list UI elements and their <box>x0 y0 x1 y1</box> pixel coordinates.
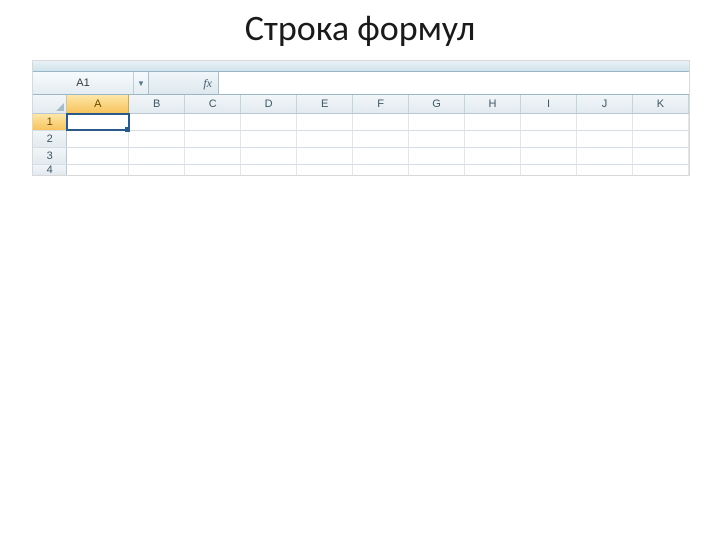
cell[interactable] <box>241 148 297 164</box>
grid-row: 4 <box>33 165 689 175</box>
grid-row: 1 <box>33 114 689 131</box>
slide-title: Строка формул <box>0 6 720 50</box>
fx-icon[interactable]: fx <box>203 76 212 91</box>
cell[interactable] <box>465 148 521 164</box>
row-header-3[interactable]: 3 <box>33 148 67 164</box>
cell[interactable] <box>297 131 353 147</box>
cell[interactable] <box>185 114 241 130</box>
column-header-D[interactable]: D <box>241 95 297 113</box>
cell[interactable] <box>409 165 465 175</box>
column-header-B[interactable]: B <box>129 95 185 113</box>
cell[interactable] <box>465 114 521 130</box>
cell[interactable] <box>577 165 633 175</box>
select-all-button[interactable] <box>33 95 67 113</box>
cell[interactable] <box>409 131 465 147</box>
excel-screenshot: A1 ▼ fx A B C D E F G H I J K 1 <box>32 60 690 176</box>
name-box-value: A1 <box>33 77 133 89</box>
cell[interactable] <box>67 131 129 147</box>
cell[interactable] <box>185 165 241 175</box>
row-header-2[interactable]: 2 <box>33 131 67 147</box>
cell[interactable] <box>521 165 577 175</box>
formula-input[interactable] <box>219 72 689 94</box>
row-header-4[interactable]: 4 <box>33 165 67 175</box>
cell[interactable] <box>129 114 185 130</box>
cell[interactable] <box>241 165 297 175</box>
cell[interactable] <box>521 131 577 147</box>
cell[interactable] <box>185 131 241 147</box>
cell[interactable] <box>633 114 689 130</box>
cell[interactable] <box>353 148 409 164</box>
cell[interactable] <box>409 148 465 164</box>
formula-bar: A1 ▼ fx <box>33 72 689 95</box>
cell[interactable] <box>129 148 185 164</box>
cell[interactable] <box>241 131 297 147</box>
grid-row: 3 <box>33 148 689 165</box>
column-header-G[interactable]: G <box>409 95 465 113</box>
cell[interactable] <box>521 148 577 164</box>
cell[interactable] <box>521 114 577 130</box>
column-header-row: A B C D E F G H I J K <box>33 95 689 114</box>
cell[interactable] <box>67 165 129 175</box>
column-header-H[interactable]: H <box>465 95 521 113</box>
cell-A1[interactable] <box>67 114 129 130</box>
cell[interactable] <box>297 165 353 175</box>
row-header-1[interactable]: 1 <box>33 114 67 130</box>
fx-button-group: fx <box>149 72 219 94</box>
cell[interactable] <box>409 114 465 130</box>
column-header-E[interactable]: E <box>297 95 353 113</box>
cell[interactable] <box>633 148 689 164</box>
cell[interactable] <box>129 165 185 175</box>
column-header-J[interactable]: J <box>577 95 633 113</box>
cell[interactable] <box>633 165 689 175</box>
cell[interactable] <box>353 114 409 130</box>
cell[interactable] <box>577 131 633 147</box>
cell[interactable] <box>241 114 297 130</box>
cell[interactable] <box>633 131 689 147</box>
ribbon-strip <box>33 61 689 72</box>
cell[interactable] <box>465 165 521 175</box>
name-box-dropdown-icon[interactable]: ▼ <box>133 72 148 94</box>
cell[interactable] <box>465 131 521 147</box>
cell[interactable] <box>577 148 633 164</box>
column-header-K[interactable]: K <box>633 95 689 113</box>
cell[interactable] <box>353 165 409 175</box>
cell[interactable] <box>577 114 633 130</box>
grid-rows: 1 2 3 <box>33 114 689 175</box>
grid-row: 2 <box>33 131 689 148</box>
name-box[interactable]: A1 ▼ <box>33 72 149 94</box>
column-header-A[interactable]: A <box>67 95 129 113</box>
cell[interactable] <box>297 148 353 164</box>
column-header-F[interactable]: F <box>353 95 409 113</box>
column-header-I[interactable]: I <box>521 95 577 113</box>
cell[interactable] <box>67 148 129 164</box>
cell[interactable] <box>353 131 409 147</box>
cell[interactable] <box>129 131 185 147</box>
cell[interactable] <box>297 114 353 130</box>
column-header-C[interactable]: C <box>185 95 241 113</box>
cell[interactable] <box>185 148 241 164</box>
